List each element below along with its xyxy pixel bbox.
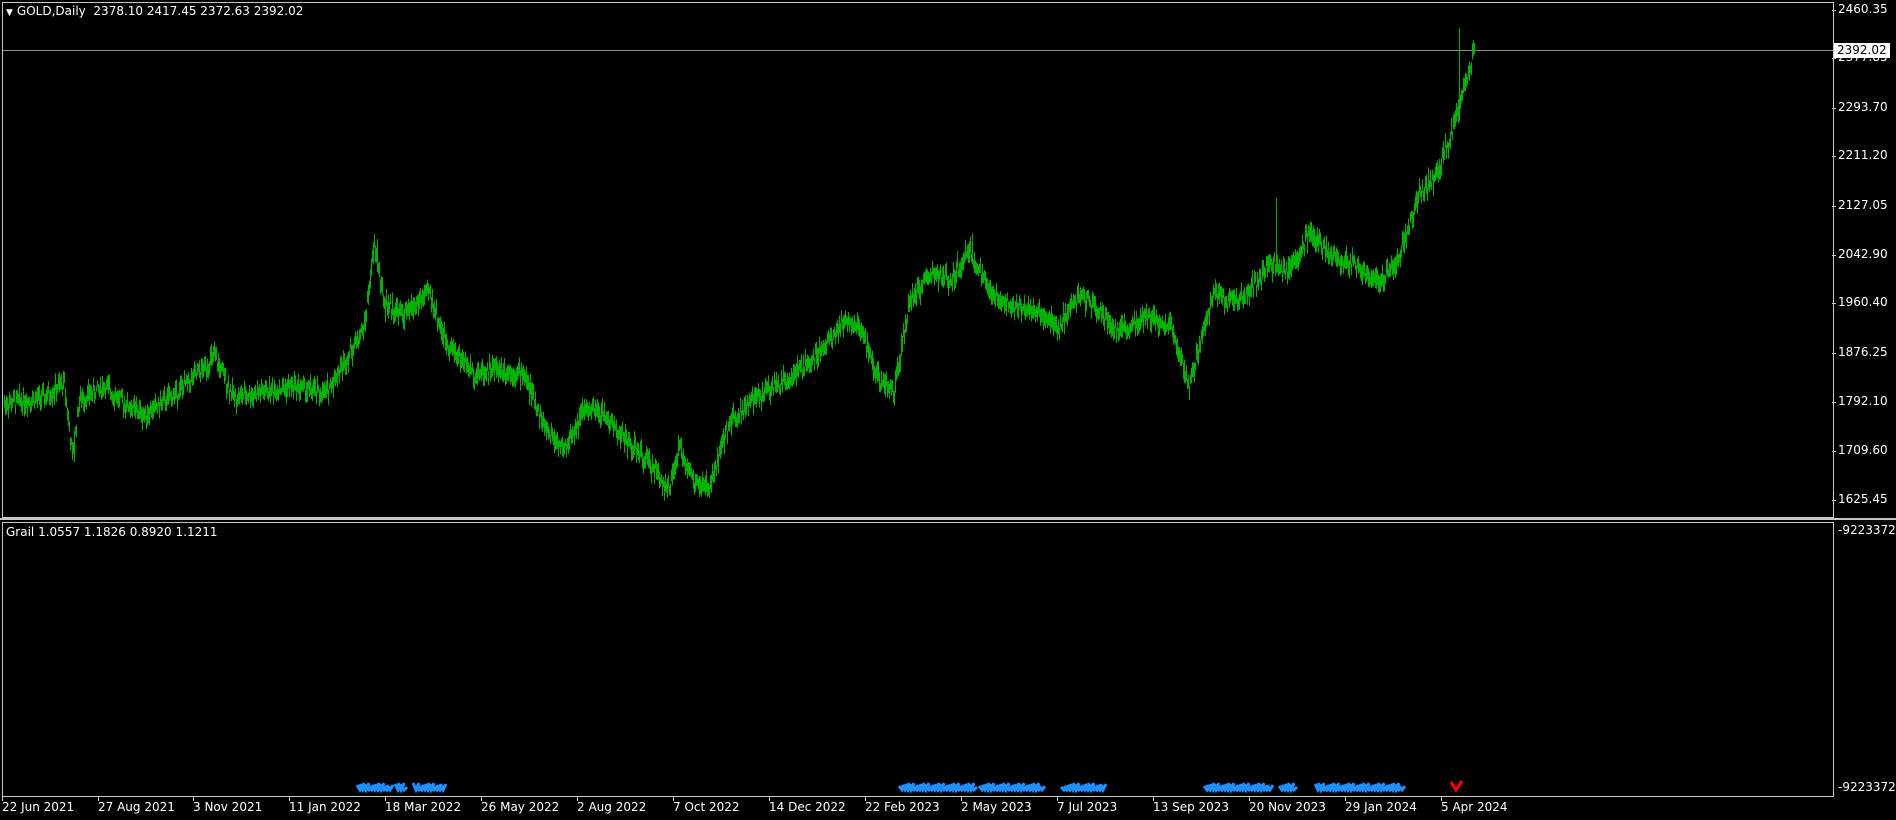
grail-signal-mark — [1397, 785, 1407, 793]
price-axis-tick — [1832, 10, 1836, 11]
grail-signal-mark — [1098, 783, 1108, 794]
trading-terminal: ▼ GOLD,Daily 2378.10 2417.45 2372.63 2392… — [0, 0, 1896, 820]
price-axis-label: 1876.25 — [1838, 344, 1888, 359]
grail-signal-mark — [1265, 784, 1275, 793]
price-axis-label: 2293.70 — [1838, 99, 1888, 114]
grail-signal-mark — [1289, 785, 1299, 793]
price-axis-tick — [1832, 303, 1836, 305]
price-axis-label: 2127.05 — [1838, 197, 1888, 212]
price-axis-tick — [1832, 107, 1836, 109]
time-axis-label: 7 Oct 2022 — [673, 800, 740, 814]
time-axis-label: 14 Dec 2022 — [769, 800, 846, 814]
time-axis-label: 26 May 2022 — [481, 800, 560, 814]
time-axis-label: 7 Jul 2023 — [1057, 800, 1118, 814]
grail-signal-mark — [399, 785, 409, 793]
price-axis-label: 1960.40 — [1838, 295, 1888, 310]
price-axis-label: 1625.45 — [1838, 492, 1888, 506]
time-axis-label: 3 Nov 2021 — [193, 800, 263, 814]
grail-signal-mark — [969, 785, 979, 793]
grail-alert-mark — [1449, 780, 1464, 793]
time-axis-label: 20 Nov 2023 — [1249, 800, 1326, 814]
price-axis-label: 2042.90 — [1838, 247, 1888, 261]
price-axis-tick — [1832, 156, 1836, 158]
time-axis-label: 11 Jan 2022 — [289, 800, 361, 814]
time-axis-label: 5 Apr 2024 — [1441, 800, 1508, 814]
price-axis-tick — [1832, 352, 1836, 354]
price-axis-tick — [1832, 255, 1836, 256]
price-axis-tick — [1832, 450, 1836, 452]
time-axis-label: 29 Jan 2024 — [1345, 800, 1417, 814]
chart-canvas — [4, 27, 1475, 794]
price-axis-label: 1792.10 — [1838, 394, 1888, 409]
price-axis-tick — [1832, 402, 1836, 404]
price-axis-label: 2460.35 — [1838, 2, 1888, 16]
grail-signal-mark — [438, 783, 448, 794]
price-axis-label: 1709.60 — [1838, 442, 1888, 457]
time-axis-label: 13 Sep 2023 — [1153, 800, 1230, 814]
price-axis-label: 2211.20 — [1838, 148, 1888, 163]
current-price-tag: 2392.02 — [1834, 43, 1890, 58]
time-axis-label: 22 Jun 2021 — [2, 800, 75, 814]
time-axis-label: 27 Aug 2021 — [98, 800, 175, 814]
time-axis-label: 2 Aug 2022 — [577, 800, 647, 814]
grail-signal-mark — [1037, 785, 1047, 793]
time-axis-label: 18 Mar 2022 — [385, 800, 462, 814]
grail-signal-mark — [385, 784, 395, 793]
time-axis-label: 2 May 2023 — [961, 800, 1032, 814]
price-axis-tick — [1832, 58, 1836, 60]
price-axis-tick — [1832, 500, 1836, 501]
time-axis-label: 22 Feb 2023 — [865, 800, 940, 814]
price-axis-tick — [1832, 205, 1836, 207]
